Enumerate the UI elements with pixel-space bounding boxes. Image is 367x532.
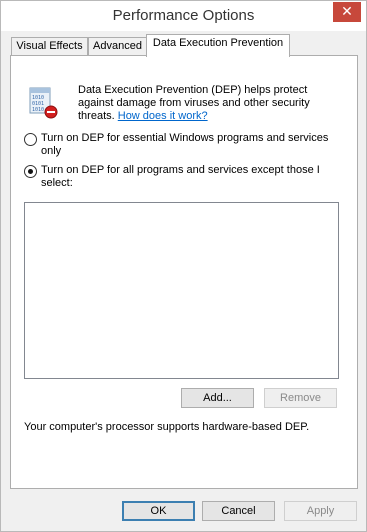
tab-visual-effects[interactable]: Visual Effects xyxy=(11,37,88,56)
tab-data-execution-prevention[interactable]: Data Execution Prevention xyxy=(146,34,290,57)
radio-all-label[interactable]: Turn on DEP for all programs and service… xyxy=(41,164,331,190)
radio-all[interactable] xyxy=(24,165,37,178)
radio-essential-label[interactable]: Turn on DEP for essential Windows progra… xyxy=(41,132,331,158)
radio-selected-dot xyxy=(28,169,33,174)
radio-essential[interactable] xyxy=(24,133,37,146)
exclusion-list[interactable] xyxy=(24,202,339,379)
window-title: Performance Options xyxy=(112,7,255,24)
ok-button[interactable]: OK xyxy=(122,501,195,521)
tab-advanced[interactable]: Advanced xyxy=(88,37,147,56)
remove-button[interactable]: Remove xyxy=(264,388,337,408)
add-button[interactable]: Add... xyxy=(181,388,254,408)
apply-button[interactable]: Apply xyxy=(284,501,357,521)
close-button[interactable]: ✕ xyxy=(333,2,361,22)
how-does-it-work-link[interactable]: How does it work? xyxy=(118,110,208,122)
dep-description: Data Execution Prevention (DEP) helps pr… xyxy=(78,84,318,123)
performance-options-dialog: Performance Options ✕ Visual Effects Adv… xyxy=(0,0,367,532)
dep-panel: 1010 0101 1010 Data Execution Prevention… xyxy=(10,55,358,489)
dep-shield-icon: 1010 0101 1010 xyxy=(29,87,58,119)
svg-text:1010: 1010 xyxy=(32,107,44,113)
cancel-button[interactable]: Cancel xyxy=(202,501,275,521)
title-bar: Performance Options ✕ xyxy=(1,1,366,31)
dep-support-text: Your computer's processor supports hardw… xyxy=(24,421,310,433)
